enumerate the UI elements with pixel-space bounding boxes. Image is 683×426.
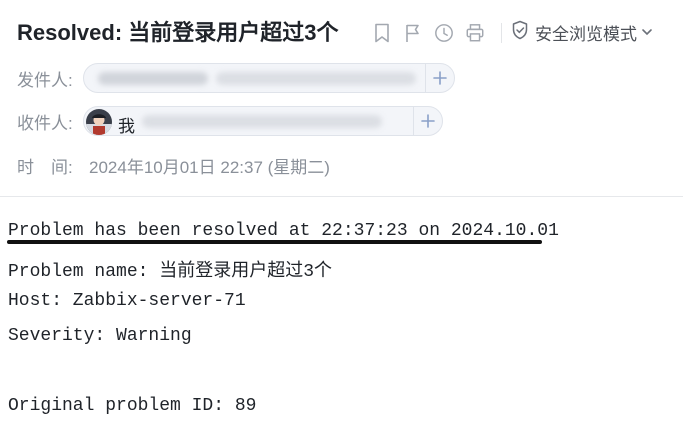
sender-pill[interactable] bbox=[83, 63, 455, 93]
from-row: 发件人: bbox=[17, 63, 455, 93]
body-line-problem-name: Problem name: 当前登录用户超过3个 bbox=[8, 262, 333, 282]
to-row: 收件人: 我 bbox=[17, 106, 443, 136]
body-line-resolved: Problem has been resolved at 22:37:23 on… bbox=[8, 221, 559, 241]
recipient-name: 我 bbox=[118, 117, 135, 136]
sender-name-redacted bbox=[98, 72, 208, 85]
recipient-address-redacted bbox=[142, 115, 382, 128]
avatar bbox=[86, 109, 112, 135]
body-line-severity: Severity: Warning bbox=[8, 326, 192, 346]
bookmark-icon[interactable] bbox=[372, 22, 392, 44]
flag-icon[interactable] bbox=[403, 22, 423, 44]
body-line-problem-id: Original problem ID: 89 bbox=[8, 396, 257, 416]
safe-mode-dropdown[interactable]: 安全浏览模式 bbox=[511, 20, 653, 45]
time-label: 时 间: bbox=[17, 158, 73, 177]
print-icon[interactable] bbox=[465, 22, 485, 44]
chevron-down-icon bbox=[641, 23, 653, 43]
add-sender-button[interactable] bbox=[425, 64, 454, 92]
body-line-host: Host: Zabbix-server-71 bbox=[8, 291, 246, 311]
sender-address-redacted bbox=[216, 72, 416, 85]
add-recipient-button[interactable] bbox=[413, 107, 442, 135]
time-value: 2024年10月01日 22:37 (星期二) bbox=[89, 158, 330, 177]
annotation-underline bbox=[7, 240, 542, 244]
shield-icon bbox=[511, 20, 529, 45]
email-toolbar: 安全浏览模式 bbox=[372, 20, 653, 45]
recipient-pill[interactable]: 我 bbox=[83, 106, 443, 136]
time-row: 时 间: 2024年10月01日 22:37 (星期二) bbox=[17, 153, 330, 178]
plus-icon bbox=[433, 71, 447, 85]
header-divider bbox=[0, 196, 683, 197]
plus-icon bbox=[421, 114, 435, 128]
email-subject: Resolved: 当前登录用户超过3个 bbox=[17, 20, 339, 45]
toolbar-divider bbox=[501, 22, 502, 43]
to-label: 收件人: bbox=[17, 113, 73, 133]
from-label: 发件人: bbox=[17, 70, 73, 90]
clock-icon[interactable] bbox=[434, 22, 454, 44]
safe-mode-label: 安全浏览模式 bbox=[535, 25, 637, 44]
